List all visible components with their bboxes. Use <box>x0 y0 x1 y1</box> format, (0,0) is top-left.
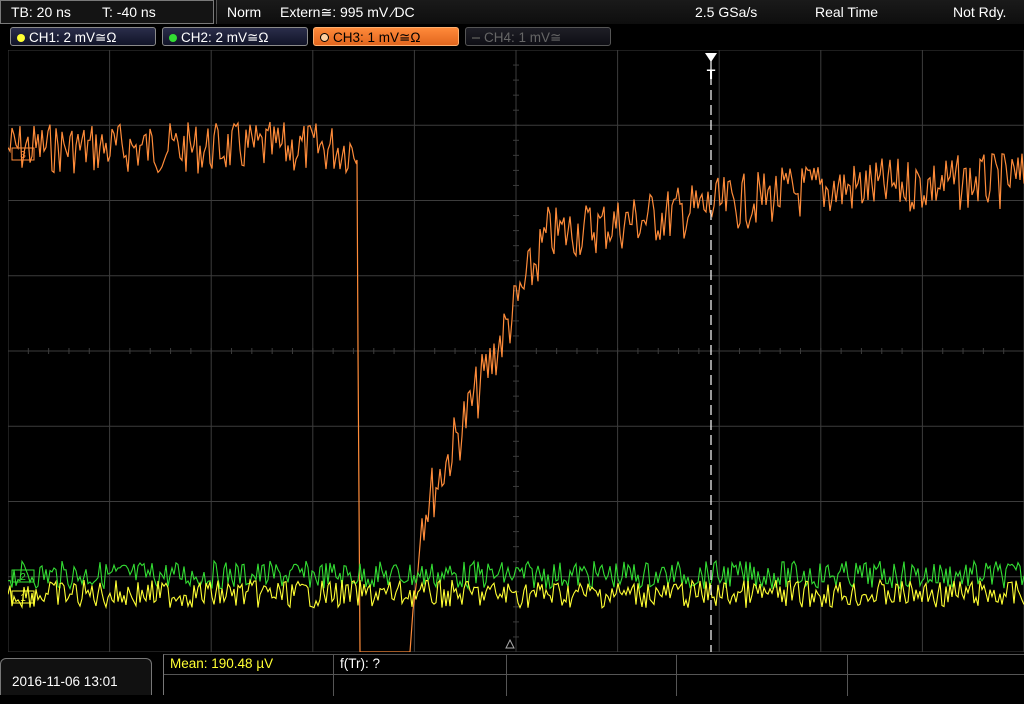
channel-2-dot-icon <box>169 34 177 42</box>
acquisition-box[interactable]: Norm Extern≅: 995 mV ⁄DC 2.5 GSa/s Real … <box>216 0 1024 24</box>
channel-3-label: CH3: 1 mV≅Ω <box>333 30 421 45</box>
trigger-mode-label: Norm <box>227 4 262 20</box>
trigger-arrow-icon[interactable] <box>705 53 717 62</box>
status-bar: TB: 20 ns T: -40 ns Norm Extern≅: 995 mV… <box>0 0 1024 24</box>
channel-2-label: CH2: 2 mV≅Ω <box>181 30 269 45</box>
measurement-divider <box>164 674 1024 675</box>
timebase-label: TB: 20 ns <box>11 4 71 20</box>
channel-4-label: CH4: 1 mV≅ <box>484 30 562 45</box>
date-time-label: 2016-11-06 13:01 <box>12 674 118 689</box>
channel-1-dot-icon <box>17 34 25 42</box>
channel-1-label: CH1: 2 mV≅Ω <box>29 30 117 45</box>
channel-4-dot-icon <box>472 37 480 39</box>
channel-2-ref-label: 2 <box>20 572 26 583</box>
measurement-divider <box>676 655 677 696</box>
channel-bar: CH1: 2 mV≅Ω CH2: 2 mV≅Ω CH3: 1 mV≅Ω CH4:… <box>0 26 1024 48</box>
channel-4-button[interactable]: CH4: 1 mV≅ <box>465 27 611 46</box>
mean-measurement: Mean: 190.48 µV <box>170 656 274 671</box>
trigger-source-label: Extern≅: 995 mV ⁄DC <box>280 4 415 20</box>
trigger-position-label: T: -40 ns <box>102 4 156 20</box>
graticule <box>7 49 1024 653</box>
measurement-divider <box>333 655 334 696</box>
channel-3-dot-icon <box>320 33 329 42</box>
acquisition-mode-label: Real Time <box>815 4 879 20</box>
measurement-divider <box>506 655 507 696</box>
channel-2-button[interactable]: CH2: 2 mV≅Ω <box>162 27 308 46</box>
rise-frequency-measurement: f(Tr): ? <box>340 656 380 671</box>
timebase-box[interactable]: TB: 20 ns T: -40 ns <box>0 0 214 24</box>
measurement-panel[interactable]: Mean: 190.48 µV f(Tr): ? <box>163 654 1024 696</box>
trigger-marker-label: T <box>707 66 716 82</box>
waveform-svg: T 3 2 1 <box>7 49 1024 653</box>
sample-rate-label: 2.5 GSa/s <box>695 4 758 20</box>
waveform-display[interactable]: T 3 2 1 <box>7 49 1024 653</box>
horizontal-center-icon <box>505 638 515 649</box>
channel-3-button[interactable]: CH3: 1 mV≅Ω <box>313 27 459 46</box>
bottom-bar: 2016-11-06 13:01 Mean: 190.48 µV f(Tr): … <box>0 654 1024 696</box>
measurement-divider <box>847 655 848 696</box>
date-time-box: 2016-11-06 13:01 <box>0 658 152 695</box>
channel-3-ref-label: 3 <box>20 150 26 161</box>
status-label: Not Rdy. <box>953 4 1007 20</box>
channel-1-button[interactable]: CH1: 2 mV≅Ω <box>10 27 156 46</box>
channel-1-ref-label: 1 <box>20 593 26 604</box>
